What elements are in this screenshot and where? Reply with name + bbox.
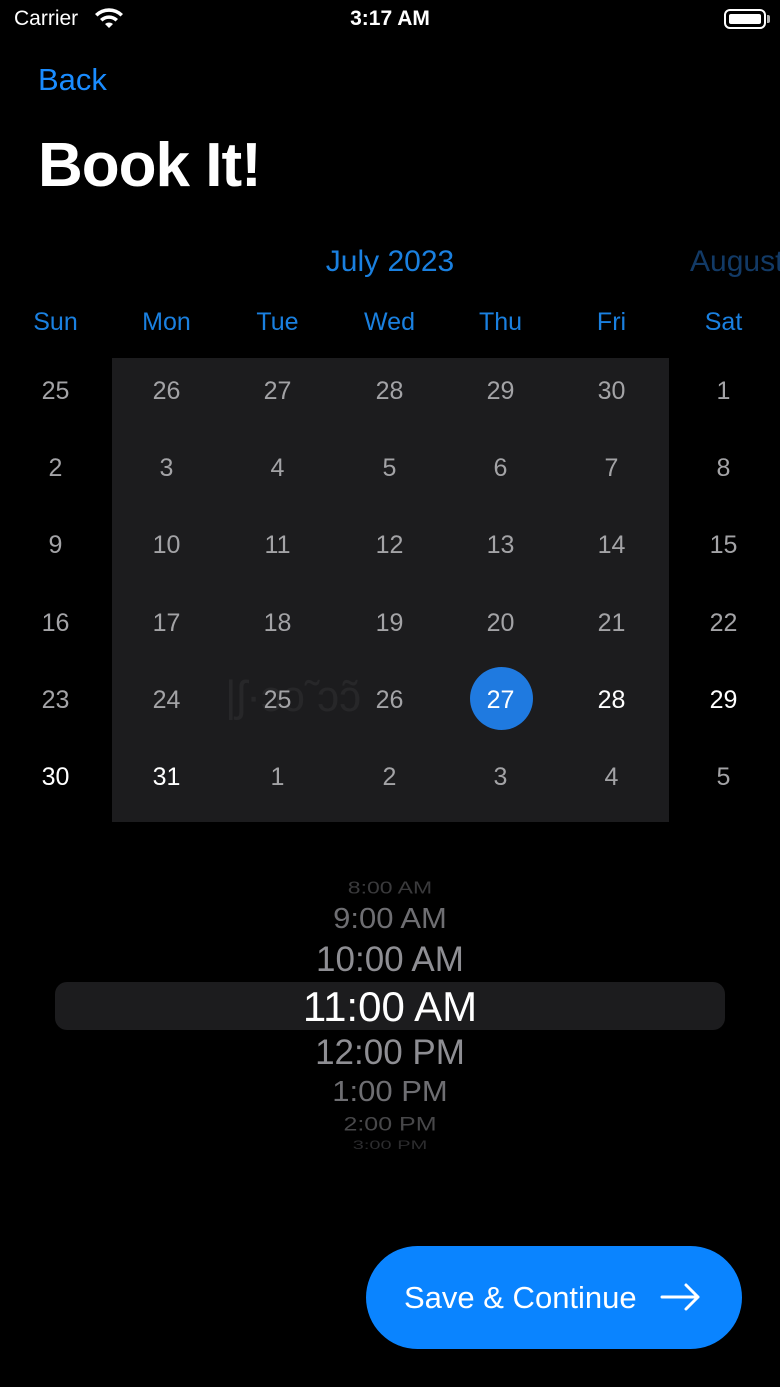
day-cell[interactable]: 3	[445, 744, 556, 821]
weekday-mon: Mon	[142, 308, 191, 336]
day-cell[interactable]: 8	[668, 435, 779, 512]
day-cell[interactable]: 31	[111, 744, 222, 821]
day-cell[interactable]: 4	[556, 744, 667, 821]
save-continue-button[interactable]: Save & Continue	[366, 1246, 742, 1349]
status-time: 3:17 AM	[350, 7, 430, 30]
weekday-thu: Thu	[478, 308, 523, 336]
time-option[interactable]: 3:00 PM	[0, 1139, 780, 1153]
arrow-right-icon	[660, 1283, 700, 1311]
time-option[interactable]: 2:00 PM	[0, 1113, 780, 1136]
day-cell[interactable]: 18	[222, 590, 333, 667]
day-cell[interactable]: 3	[111, 435, 222, 512]
day-cell[interactable]: 10	[111, 512, 222, 589]
page-title: Book It!	[38, 131, 262, 200]
day-cell[interactable]: 25	[222, 667, 333, 744]
day-cell[interactable]: 30	[556, 358, 667, 435]
save-continue-label: Save & Continue	[404, 1280, 637, 1315]
day-cell[interactable]: 23	[0, 667, 111, 744]
day-cell[interactable]: 27	[222, 358, 333, 435]
day-cell[interactable]: 15	[668, 512, 779, 589]
time-option[interactable]: 12:00 PM	[0, 1033, 780, 1073]
time-option[interactable]: 1:00 PM	[0, 1075, 780, 1108]
day-cell-selected[interactable]: 27	[445, 667, 556, 744]
day-cell[interactable]: 2	[0, 435, 111, 512]
battery-icon	[724, 9, 766, 29]
day-cell[interactable]: 19	[334, 590, 445, 667]
day-cell[interactable]: 5	[334, 435, 445, 512]
day-cell[interactable]: 14	[556, 512, 667, 589]
day-cell[interactable]: 13	[445, 512, 556, 589]
weekday-sun: Sun	[33, 308, 78, 336]
battery-tip	[767, 15, 770, 23]
weekday-sat: Sat	[704, 308, 743, 336]
day-cell[interactable]: 28	[334, 358, 445, 435]
weekday-tue: Tue	[256, 308, 299, 336]
day-cell[interactable]: 4	[222, 435, 333, 512]
day-cell[interactable]: 22	[668, 590, 779, 667]
day-cell[interactable]: 9	[0, 512, 111, 589]
day-cell[interactable]: 21	[556, 590, 667, 667]
day-cell[interactable]: 29	[668, 667, 779, 744]
time-option[interactable]: 10:00 AM	[0, 940, 780, 980]
time-option[interactable]: 9:00 AM	[0, 902, 780, 935]
weekday-wed: Wed	[364, 308, 415, 336]
day-cell[interactable]: 7	[556, 435, 667, 512]
day-cell[interactable]: 2	[334, 744, 445, 821]
day-cell[interactable]: 1	[668, 358, 779, 435]
day-cell[interactable]: 25	[0, 358, 111, 435]
month-label[interactable]: July 2023	[0, 245, 780, 279]
day-cell[interactable]: 20	[445, 590, 556, 667]
day-cell[interactable]: 6	[445, 435, 556, 512]
day-cell[interactable]: 12	[334, 512, 445, 589]
day-cell[interactable]: 26	[111, 358, 222, 435]
day-cell[interactable]: 24	[111, 667, 222, 744]
day-cell[interactable]: 1	[222, 744, 333, 821]
day-cell[interactable]: 29	[445, 358, 556, 435]
day-cell[interactable]: 30	[0, 744, 111, 821]
weekday-fri: Fri	[596, 308, 627, 336]
time-option[interactable]: 8:00 AM	[0, 877, 780, 898]
back-button[interactable]: Back	[38, 62, 107, 98]
day-cell[interactable]: 11	[222, 512, 333, 589]
time-option-selected[interactable]: 11:00 AM	[0, 983, 780, 1031]
day-cell[interactable]: 5	[668, 744, 779, 821]
day-cell[interactable]: 28	[556, 667, 667, 744]
day-cell[interactable]: 16	[0, 590, 111, 667]
next-month-label[interactable]: August	[690, 245, 780, 279]
day-cell[interactable]: 26	[334, 667, 445, 744]
day-cell[interactable]: 17	[111, 590, 222, 667]
